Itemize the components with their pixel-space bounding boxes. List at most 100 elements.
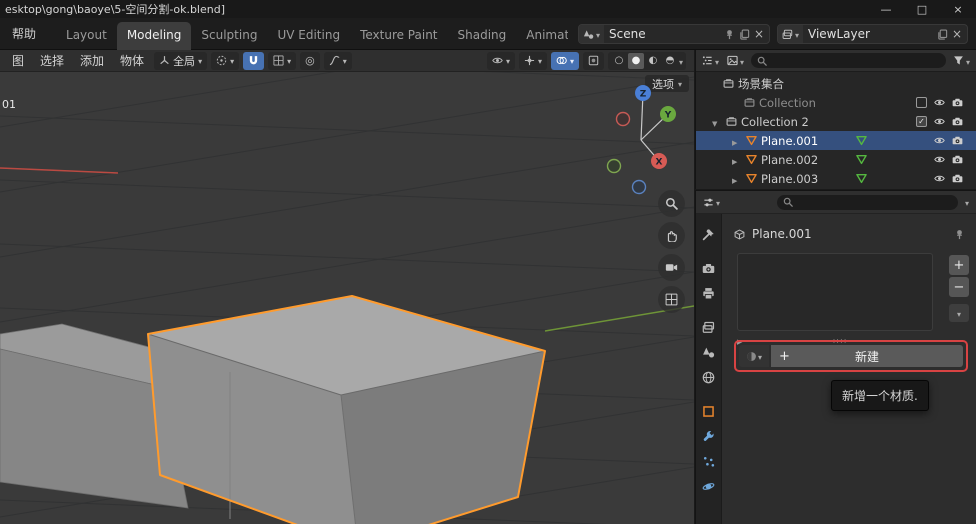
axis-x-negative[interactable] <box>617 113 630 126</box>
display-mode-dropdown[interactable] <box>726 54 745 68</box>
snap-toggle[interactable] <box>243 52 264 70</box>
shading-material[interactable]: ◐ <box>645 53 661 69</box>
pin-icon[interactable] <box>724 29 735 40</box>
eye-icon[interactable] <box>934 173 945 184</box>
shading-solid[interactable]: ● <box>628 53 644 69</box>
exclude-checkbox[interactable] <box>916 97 927 108</box>
row-plane-001[interactable]: Plane.001 <box>696 131 976 150</box>
view-layer-selector[interactable]: ViewLayer × <box>777 24 968 44</box>
new-scene-icon[interactable] <box>739 29 750 40</box>
eye-icon[interactable] <box>934 154 945 165</box>
viewport-canvas[interactable]: 01 选项 Z Y X <box>0 72 694 524</box>
camera-icon[interactable] <box>952 135 963 146</box>
expand-arrow-icon[interactable] <box>732 134 742 148</box>
magnet-icon <box>248 55 259 66</box>
tab-output[interactable] <box>696 281 722 306</box>
view-layer-browse-button[interactable] <box>778 25 803 43</box>
row-label: 场景集合 <box>738 76 784 92</box>
outliner-search-input[interactable] <box>751 53 946 68</box>
tab-modeling[interactable]: Modeling <box>117 22 192 50</box>
row-collection-2[interactable]: Collection 2 <box>696 112 976 131</box>
camera-icon[interactable] <box>952 116 963 127</box>
ortho-toggle-button[interactable] <box>658 286 685 313</box>
snap-settings-dropdown[interactable] <box>268 52 296 70</box>
expand-arrow-icon[interactable] <box>712 115 722 129</box>
exclude-checkbox[interactable] <box>916 116 927 127</box>
axis-z-negative[interactable] <box>633 181 646 194</box>
transform-orientation-dropdown[interactable]: 全局 <box>154 52 207 70</box>
browse-material-dropdown[interactable] <box>739 345 769 367</box>
menu-select[interactable]: 选择 <box>34 52 70 69</box>
editor-type-button[interactable] <box>701 54 720 68</box>
gizmos-dropdown[interactable] <box>519 52 547 70</box>
tab-scene[interactable] <box>696 340 722 365</box>
navigation-gizmo[interactable]: Z Y X <box>585 77 685 195</box>
tab-physics[interactable] <box>696 474 722 499</box>
close-button[interactable]: × <box>940 0 976 18</box>
row-scene-collection[interactable]: 场景集合 <box>696 74 976 93</box>
shading-wireframe[interactable]: ○ <box>611 53 627 69</box>
maximize-button[interactable]: □ <box>904 0 940 18</box>
view-layer-name: ViewLayer <box>803 27 937 41</box>
row-collection[interactable]: Collection <box>696 93 976 112</box>
filter-dropdown[interactable] <box>952 54 971 68</box>
remove-view-layer-icon[interactable]: × <box>952 28 962 40</box>
tab-modifiers[interactable] <box>696 424 722 449</box>
pivot-point-dropdown[interactable] <box>211 52 239 70</box>
unlink-scene-icon[interactable]: × <box>754 28 764 40</box>
tab-animation[interactable]: Animation <box>516 22 568 50</box>
tab-particles[interactable] <box>696 449 722 474</box>
editor-type-button[interactable] <box>702 195 721 209</box>
xray-toggle[interactable] <box>583 52 604 70</box>
plane-object-icon <box>746 173 757 184</box>
menu-add[interactable]: 添加 <box>74 52 110 69</box>
expand-arrow-icon[interactable] <box>732 153 742 167</box>
properties-options-dropdown[interactable] <box>964 195 970 209</box>
eye-icon[interactable] <box>934 97 945 108</box>
remove-slot-button[interactable]: − <box>949 277 969 297</box>
tab-view-layer[interactable] <box>696 315 722 340</box>
axis-y-negative[interactable] <box>608 160 621 173</box>
properties-search-input[interactable] <box>777 195 958 210</box>
camera-view-button[interactable] <box>658 254 685 281</box>
add-slot-button[interactable]: + <box>949 255 969 275</box>
menu-help[interactable]: 帮助 <box>0 25 48 42</box>
new-view-layer-icon[interactable] <box>937 29 948 40</box>
falloff-dropdown[interactable] <box>324 52 352 70</box>
slot-specials-dropdown[interactable] <box>949 304 969 322</box>
overlays-dropdown[interactable] <box>551 52 579 70</box>
tab-uv-editing[interactable]: UV Editing <box>267 22 350 50</box>
camera-icon[interactable] <box>952 154 963 165</box>
tab-world[interactable] <box>696 365 722 390</box>
tab-object[interactable] <box>696 399 722 424</box>
scene-selector[interactable]: Scene × <box>578 24 770 44</box>
tab-layout[interactable]: Layout <box>56 22 117 50</box>
menu-object[interactable]: 物体 <box>114 52 150 69</box>
pan-tool-button[interactable] <box>658 222 685 249</box>
scene-browse-button[interactable] <box>579 25 604 43</box>
eye-icon[interactable] <box>934 135 945 146</box>
shading-rendered[interactable]: ◓ <box>662 53 678 69</box>
pin-icon[interactable] <box>954 229 965 240</box>
visibility-dropdown[interactable] <box>487 52 515 70</box>
row-label: Plane.003 <box>761 172 818 186</box>
expand-arrow-icon[interactable] <box>732 172 742 186</box>
window-titlebar: esktop\gong\baoye\5-空间分割-ok.blend] — □ × <box>0 0 976 18</box>
new-material-button[interactable]: + 新建 <box>771 345 963 367</box>
row-plane-002[interactable]: Plane.002 <box>696 150 976 169</box>
tab-texture-paint[interactable]: Texture Paint <box>350 22 447 50</box>
camera-icon[interactable] <box>952 173 963 184</box>
menu-view[interactable]: 图 <box>6 52 30 69</box>
tab-shading[interactable]: Shading <box>448 22 517 50</box>
proportional-editing-toggle[interactable]: ◎ <box>300 52 320 70</box>
tab-tool[interactable] <box>696 222 722 247</box>
selected-object-box[interactable] <box>148 296 545 524</box>
row-plane-003[interactable]: Plane.003 <box>696 169 976 188</box>
eye-icon[interactable] <box>934 116 945 127</box>
zoom-tool-button[interactable] <box>658 190 685 217</box>
camera-icon[interactable] <box>952 97 963 108</box>
material-slots-list[interactable] <box>737 253 933 331</box>
minimize-button[interactable]: — <box>868 0 904 18</box>
tab-render[interactable] <box>696 256 722 281</box>
tab-sculpting[interactable]: Sculpting <box>191 22 267 50</box>
